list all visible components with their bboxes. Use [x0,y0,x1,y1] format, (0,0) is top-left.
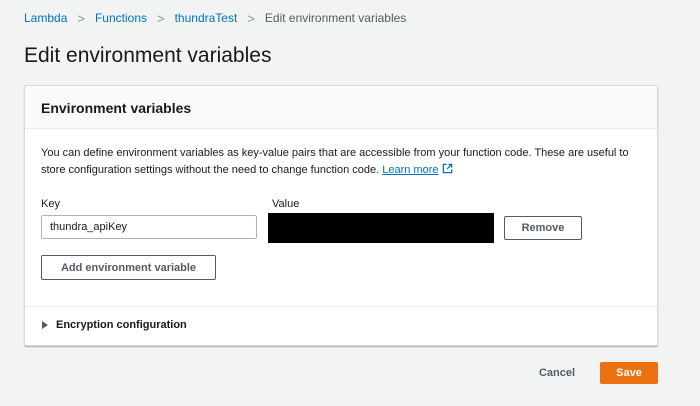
value-input-redacted[interactable] [268,213,494,243]
caret-right-icon [42,321,48,329]
environment-variables-panel: Environment variables You can define env… [24,85,658,346]
cancel-button[interactable]: Cancel [527,362,587,384]
description-text: You can define environment variables as … [41,147,629,176]
panel-header: Environment variables [25,86,657,129]
save-button[interactable]: Save [600,362,658,384]
key-label: Key [41,198,60,210]
learn-more-link[interactable]: Learn more [382,163,452,176]
breadcrumb-functions[interactable]: Functions [95,11,147,25]
remove-button[interactable]: Remove [504,216,582,240]
key-input[interactable] [41,215,257,239]
external-link-icon [442,163,452,174]
breadcrumb: Lambda > Functions > thundraTest > Edit … [24,10,406,26]
breadcrumb-lambda[interactable]: Lambda [24,11,67,25]
encryption-configuration-label: Encryption configuration [56,319,187,331]
breadcrumb-function[interactable]: thundraTest [175,11,238,25]
value-label: Value [272,198,300,210]
chevron-right-icon: > [247,10,255,26]
breadcrumb-current: Edit environment variables [264,11,407,25]
learn-more-label: Learn more [382,164,439,176]
chevron-right-icon: > [157,10,165,26]
add-environment-variable-button[interactable]: Add environment variable [41,255,216,280]
chevron-right-icon: > [77,10,85,26]
panel-title: Environment variables [41,100,192,116]
encryption-configuration-toggle[interactable]: Encryption configuration [41,319,187,331]
page-title: Edit environment variables [24,44,272,67]
divider [25,306,657,307]
panel-description: You can define environment variables as … [41,145,651,179]
